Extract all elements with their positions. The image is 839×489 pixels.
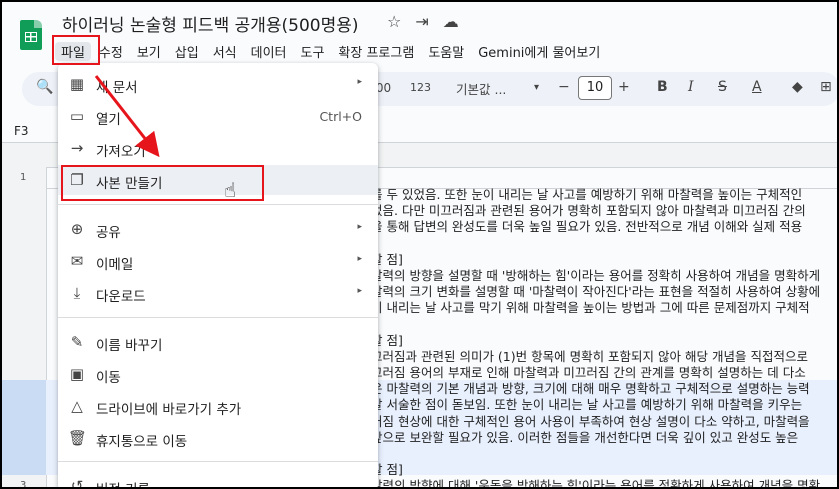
- drive-shortcut-icon: △: [71, 397, 83, 415]
- menu-insert[interactable]: 삽입: [169, 42, 205, 61]
- menu-divider: [58, 317, 378, 318]
- strikethrough-icon[interactable]: S: [718, 79, 727, 95]
- cell-text-line: 할 점]: [371, 332, 403, 348]
- menu-item-label: 버전 기록: [96, 478, 150, 487]
- cell-text-line: 은 마찰력의 기본 개념과 방향, 크기에 대해 매우 명확하고 구체적으로 설…: [371, 381, 810, 397]
- menu-item-version-history[interactable]: ↺ 버전 기록: [58, 471, 378, 489]
- font-chevron-icon[interactable]: ▾: [534, 82, 539, 93]
- decrease-font-icon[interactable]: −: [558, 79, 570, 95]
- menu-item-share[interactable]: ⊕ 공유 ▸: [58, 214, 378, 244]
- share-icon: ⊕: [70, 220, 84, 238]
- italic-icon[interactable]: I: [688, 79, 694, 95]
- version-history-icon: ↺: [70, 477, 84, 489]
- cell-text-line: 할 점]: [371, 462, 403, 478]
- move-folder-icon[interactable]: ⇥: [415, 12, 428, 31]
- app-window: 하이러닝 논술형 피드백 공개용(500명용) ☆ ⇥ ☁ 파일 수정 보기 삽입 서식 데이…: [0, 0, 839, 489]
- cell-text-line: 찰력의 방향을 설명할 때 '방해하는 힘'이라는 용어를 정확히 사용하여 개…: [371, 267, 821, 283]
- menu-item-label: 휴지통으로 이동: [96, 434, 188, 450]
- cell-text-line: [371, 236, 837, 252]
- annotation-arrow-icon: [94, 75, 160, 158]
- menu-item-shortcut: Ctrl+O: [319, 109, 362, 124]
- menu-help[interactable]: 도움말: [422, 42, 470, 61]
- cell-text-line: [371, 317, 837, 333]
- increase-font-icon[interactable]: +: [618, 79, 630, 95]
- menu-item-drive-shortcut[interactable]: △ 드라이브에 바로가기 추가: [58, 391, 378, 421]
- menu-extensions[interactable]: 확장 프로그램: [332, 42, 420, 61]
- document-title[interactable]: 하이러닝 논술형 피드백 공개용(500명용): [62, 11, 359, 36]
- cell-text-line: 었음. 다만 미끄러짐과 관련된 용어가 명확히 포함되지 않아 마찰력과 미끄…: [371, 203, 806, 219]
- cloud-status-icon[interactable]: ☁: [443, 12, 459, 31]
- fill-color-icon[interactable]: ◆: [792, 79, 803, 95]
- title-icons: ☆ ⇥ ☁: [387, 12, 473, 31]
- menu-view[interactable]: 보기: [131, 42, 167, 61]
- cell-text-line: 러짐 현상에 대한 구체적인 용어 사용이 부족하여 현상 설명이 다소 약하고…: [371, 413, 810, 429]
- download-icon: ⤓: [73, 284, 81, 302]
- submenu-arrow-icon: ▸: [357, 222, 362, 232]
- submenu-arrow-icon: ▸: [357, 286, 362, 296]
- cell-content[interactable]: 를 두 있었음. 또한 눈이 내리는 날 사고를 예방하기 위해 마찰력을 높이…: [371, 187, 837, 489]
- cell-text-line: 할 점]: [371, 251, 403, 267]
- menu-item-label: 다운로드: [96, 289, 146, 305]
- cell-text-line: 앞으로 보완할 필요가 있음. 이러한 점들을 개선한다면 더욱 깊이 있고 완…: [371, 429, 799, 445]
- submenu-arrow-icon: ▸: [357, 254, 362, 264]
- menu-item-label: 이름 바꾸기: [96, 338, 163, 354]
- search-menus-icon[interactable]: 🔍: [36, 79, 53, 95]
- move-icon: ▣: [69, 365, 85, 383]
- cell-text-line: 찰력의 크기 변화를 설명할 때 '마찰력이 작아진다'라는 표현을 적절히 사…: [371, 284, 821, 300]
- star-icon[interactable]: ☆: [387, 12, 401, 31]
- menu-item-label: 공유: [96, 225, 121, 241]
- sheets-logo-icon[interactable]: [20, 20, 42, 50]
- cell-text-line: 잘 서술한 점이 돋보임. 또한 눈이 내리는 날 사고를 예방하기 위해 마찰…: [371, 397, 803, 413]
- menu-tools[interactable]: 도구: [295, 42, 331, 61]
- borders-icon[interactable]: ⊞: [820, 79, 832, 95]
- number-format-button[interactable]: 123: [410, 81, 431, 94]
- cell-text-line: 찰력의 방향에 대해 '운동을 방해하는 힘'이라는 용어를 정확하게 사용하여…: [371, 478, 821, 489]
- menubar: 파일 수정 보기 삽입 서식 데이터 도구 확장 프로그램 도움말 Gemini에게 물어보기: [55, 42, 608, 61]
- menu-data[interactable]: 데이터: [245, 42, 293, 61]
- hand-cursor-icon: ☝: [224, 178, 237, 202]
- cell-text-line: [371, 446, 837, 462]
- text-color-icon[interactable]: A: [752, 79, 762, 95]
- name-box[interactable]: F3: [14, 124, 29, 138]
- trash-icon: 🗑: [68, 429, 88, 447]
- font-select[interactable]: 기본값 ...: [456, 79, 506, 98]
- font-size-input[interactable]: 10: [578, 76, 612, 100]
- menu-item-label: 드라이브에 바로가기 추가: [96, 402, 242, 418]
- menu-divider: [58, 461, 378, 462]
- cell-text-line: 끄러짐과 관련된 의미가 (1)번 항목에 명확히 포함되지 않아 해당 개념을…: [371, 348, 808, 364]
- selected-row-header: [2, 380, 46, 475]
- email-icon: ✉: [70, 252, 84, 270]
- menu-divider: [58, 204, 378, 205]
- menu-item-label: 이메일: [96, 257, 134, 273]
- menu-item-email[interactable]: ✉ 이메일 ▸: [58, 246, 378, 276]
- cell-text-line: 이 내리는 날 사고를 막기 위해 마찰력을 높이는 방법과 그에 따른 문제점…: [371, 300, 810, 316]
- cell-text-line: 를 두 있었음. 또한 눈이 내리는 날 사고를 예방하기 위해 마찰력을 높이…: [371, 187, 803, 202]
- row-number[interactable]: 3: [20, 480, 26, 487]
- submenu-arrow-icon: ▸: [357, 77, 362, 87]
- menu-item-move[interactable]: ▣ 이동: [58, 359, 378, 389]
- cell-text-line: 을 통해 답변의 완성도를 더욱 높일 필요가 있음. 전반적으로 개념 이해와…: [371, 219, 803, 235]
- highlight-file-menu: [52, 35, 100, 65]
- menu-item-trash[interactable]: 🗑 휴지통으로 이동: [58, 423, 378, 453]
- rename-icon: ✎: [70, 333, 84, 351]
- menu-item-label: 이동: [96, 370, 121, 386]
- cell-text-line: 끄러짐 용어의 부재로 인해 마찰력과 미끄러짐 간의 관계를 명확히 설명하는…: [371, 365, 806, 381]
- menu-format[interactable]: 서식: [207, 42, 243, 61]
- bold-icon[interactable]: B: [657, 79, 668, 95]
- menu-item-download[interactable]: ⤓ 다운로드 ▸: [58, 278, 378, 308]
- row-number[interactable]: 1: [20, 172, 26, 183]
- menu-item-rename[interactable]: ✎ 이름 바꾸기: [58, 327, 378, 357]
- menu-gemini[interactable]: Gemini에게 물어보기: [472, 42, 606, 61]
